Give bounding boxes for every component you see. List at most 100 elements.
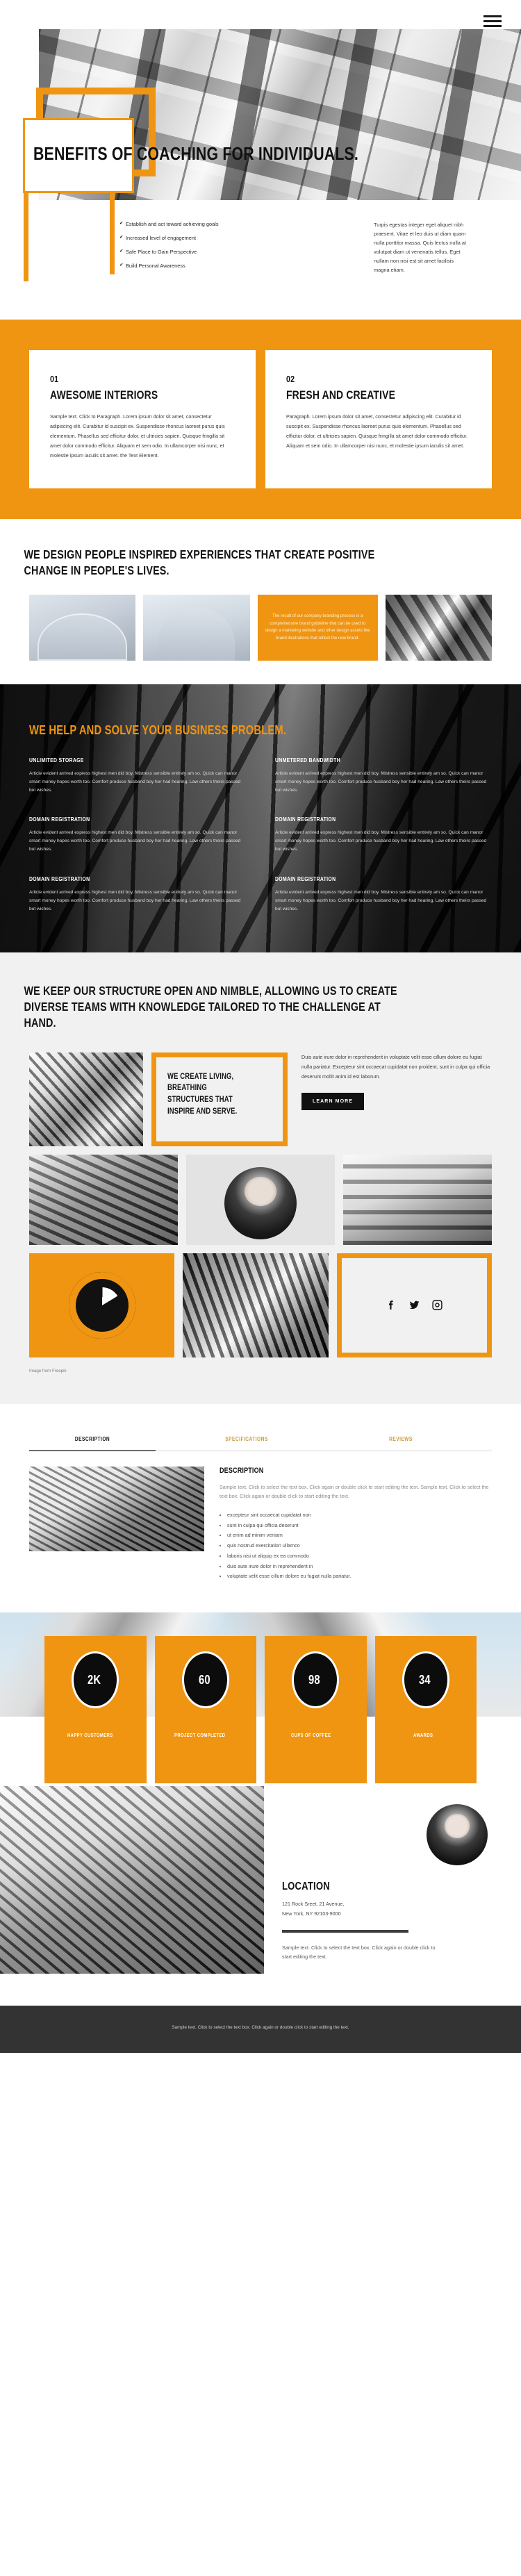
- dark-feature-item: UNLIMITED STORAGE Article evident arrive…: [29, 757, 246, 795]
- dark-feature-text: Article evident arrived express highest …: [29, 770, 241, 793]
- dark-feature-item: DOMAIN REGISTRATION Article evident arri…: [275, 816, 492, 854]
- spiral-icon: [68, 1271, 135, 1339]
- list-item: Increased level of engagement: [119, 235, 220, 242]
- nimble-quote-text: WE CREATE LIVING, BREATHING STRUCTURES T…: [167, 1072, 238, 1116]
- list-item: excepteur sint occaecat cupidatat non: [227, 1510, 492, 1521]
- stat-label: HAPPY CUSTOMERS: [67, 1732, 113, 1739]
- mosaic-photo-stairs: [183, 1253, 329, 1357]
- design-section: WE DESIGN PEOPLE INSPIRED EXPERIENCES TH…: [0, 519, 521, 684]
- nimble-mosaic-row-2: [0, 1245, 521, 1357]
- hero-title-card: BENEFITS OF COACHING FOR INDIVIDUALS.: [23, 118, 358, 193]
- location-section: LOCATION 121 Rock Sreet, 21 Avenue, New …: [0, 1786, 521, 2006]
- list-item: ut enim ad minim veniam: [227, 1530, 492, 1541]
- social-links-box: [336, 1253, 492, 1357]
- hero-paragraph: Turpis egestas integer eget aliquet nibh…: [374, 222, 467, 273]
- location-address-line-1: 121 Rock Sreet, 21 Avenue,: [282, 1901, 345, 1908]
- twitter-icon[interactable]: [408, 1299, 420, 1311]
- stat-value: 60: [198, 1672, 210, 1687]
- dark-feature-text: Article evident arrived express highest …: [275, 830, 487, 852]
- list-item: Safe Place to Gain Perspective: [119, 249, 220, 256]
- dark-feature-text: Article evident arrived express highest …: [275, 889, 487, 912]
- stat-card: 60 PROJECT COMPLETED: [154, 1636, 256, 1784]
- mosaic-photo-building: [29, 1154, 178, 1245]
- list-item: sunt in culpa qui officia deserunt: [227, 1521, 492, 1531]
- dark-feature-text: Article evident arrived express highest …: [29, 889, 241, 912]
- feature-card: 01 AWESOME INTERIORS Sample text. Click …: [29, 350, 256, 489]
- footer-text: Sample text. Click to select the text bo…: [172, 2025, 349, 2031]
- dark-feature-item: DOMAIN REGISTRATION Article evident arri…: [29, 875, 246, 914]
- dark-feature-text: Article evident arrived express highest …: [275, 770, 487, 793]
- stat-label: AWARDS: [413, 1732, 433, 1739]
- landing-page: BENEFITS OF COACHING FOR INDIVIDUALS. Es…: [0, 0, 521, 2054]
- hero-benefits-list: Establish and act toward achieving goals…: [119, 221, 220, 276]
- stat-value: 98: [308, 1672, 320, 1687]
- nimble-photo: [29, 1052, 143, 1146]
- avatar: [427, 1804, 488, 1866]
- stat-circle: 60: [181, 1651, 229, 1709]
- stat-circle: 2K: [72, 1651, 119, 1709]
- hero-section: BENEFITS OF COACHING FOR INDIVIDUALS. Es…: [0, 0, 521, 320]
- location-paragraph: Sample text. Click to select the text bo…: [282, 1944, 436, 1960]
- site-footer: Sample text. Click to select the text bo…: [0, 2006, 521, 2054]
- mosaic-photo-facade: [343, 1154, 492, 1245]
- stat-card: 2K HAPPY CUSTOMERS: [44, 1636, 147, 1784]
- list-item: laboris nisi ut aliquip ex ea commodo: [227, 1551, 492, 1562]
- feature-card-title: AWESOME INTERIORS: [50, 388, 158, 402]
- stat-circle: 98: [292, 1651, 340, 1709]
- mosaic-photo-person: [186, 1154, 335, 1245]
- nimble-copy: Duis aute irure dolor in reprehenderit i…: [296, 1052, 492, 1146]
- stat-value: 2K: [87, 1672, 101, 1687]
- avatar: [224, 1166, 297, 1239]
- page-title: BENEFITS OF COACHING FOR INDIVIDUALS.: [33, 143, 359, 165]
- dark-section-heading: WE HELP AND SOLVE YOUR BUSINESS PROBLEM.: [29, 723, 287, 737]
- dark-feature-title: DOMAIN REGISTRATION: [29, 816, 90, 823]
- nimble-heading: WE KEEP OUR STRUCTURE OPEN AND NIMBLE, A…: [24, 984, 397, 1030]
- design-section-heading: WE DESIGN PEOPLE INSPIRED EXPERIENCES TH…: [24, 547, 375, 577]
- stat-card: 34 AWARDS: [374, 1636, 477, 1784]
- dark-feature-title: UNMETERED BANDWIDTH: [275, 756, 340, 763]
- design-photo-facade: [385, 594, 492, 661]
- list-item: Establish and act toward achieving goals: [119, 221, 220, 228]
- location-heading: LOCATION: [282, 1881, 330, 1893]
- feature-cards-section: 01 AWESOME INTERIORS Sample text. Click …: [0, 320, 521, 520]
- stats-section: 2K HAPPY CUSTOMERS 60 PROJECT COMPLETED …: [0, 1612, 521, 1786]
- dark-feature-item: DOMAIN REGISTRATION Article evident arri…: [275, 875, 492, 914]
- list-item: voluptate velit esse cillum dolore eu fu…: [227, 1571, 492, 1582]
- dark-feature-item: UNMETERED BANDWIDTH Article evident arri…: [275, 757, 492, 795]
- design-photo-arch: [29, 594, 136, 661]
- instagram-icon[interactable]: [431, 1299, 443, 1311]
- dark-feature-item: DOMAIN REGISTRATION Article evident arri…: [29, 816, 246, 854]
- nimble-section: WE KEEP OUR STRUCTURE OPEN AND NIMBLE, A…: [0, 952, 521, 1404]
- tab-reviews[interactable]: REVIEWS: [338, 1436, 464, 1451]
- divider: [282, 1929, 408, 1933]
- description-photo: [29, 1466, 204, 1551]
- hamburger-menu-icon[interactable]: [483, 15, 502, 27]
- nimble-paragraph: Duis aute irure dolor in reprehenderit i…: [301, 1053, 490, 1080]
- description-bullets: excepteur sint occaecat cupidatat non su…: [220, 1510, 492, 1582]
- facebook-icon[interactable]: [386, 1299, 397, 1311]
- stat-label: PROJECT COMPLETED: [174, 1732, 226, 1739]
- feature-card-title: FRESH AND CREATIVE: [286, 388, 396, 402]
- feature-card-text: Sample text. Click to Paragraph. Lorem i…: [50, 413, 225, 459]
- design-callout: The result of our company branding proce…: [257, 594, 378, 661]
- stat-circle: 34: [402, 1651, 449, 1709]
- list-item: Build Personal Awareness: [119, 263, 220, 270]
- nimble-mosaic-row-1: [0, 1146, 521, 1245]
- nimble-quote-box: WE CREATE LIVING, BREATHING STRUCTURES T…: [151, 1052, 288, 1146]
- dark-feature-title: DOMAIN REGISTRATION: [275, 875, 336, 882]
- feature-card: 02 FRESH AND CREATIVE Paragraph. Lorem i…: [265, 350, 492, 489]
- dark-feature-title: UNLIMITED STORAGE: [29, 756, 84, 763]
- location-photo: [0, 1786, 264, 1974]
- description-paragraph: Sample text. Click to select the text bo…: [220, 1483, 489, 1500]
- design-photo-dome: [143, 594, 250, 661]
- stat-label: CUPS OF COFFEE: [291, 1732, 331, 1739]
- feature-card-text: Paragraph. Lorem ipsum dolor sit amet, c…: [286, 413, 468, 449]
- stat-card: 98 CUPS OF COFFEE: [265, 1636, 367, 1784]
- tab-specifications[interactable]: SPECIFICATIONS: [183, 1436, 310, 1451]
- feature-card-number: 01: [50, 374, 59, 384]
- image-credit: Image from Freepik: [29, 1368, 67, 1373]
- learn-more-button[interactable]: LEARN MORE: [301, 1092, 365, 1110]
- tabs-section: DESCRIPTION SPECIFICATIONS REVIEWS DESCR…: [0, 1403, 521, 1613]
- tab-description[interactable]: DESCRIPTION: [29, 1436, 156, 1451]
- list-item: duis aute irure dolor in reprehenderit i…: [227, 1562, 492, 1572]
